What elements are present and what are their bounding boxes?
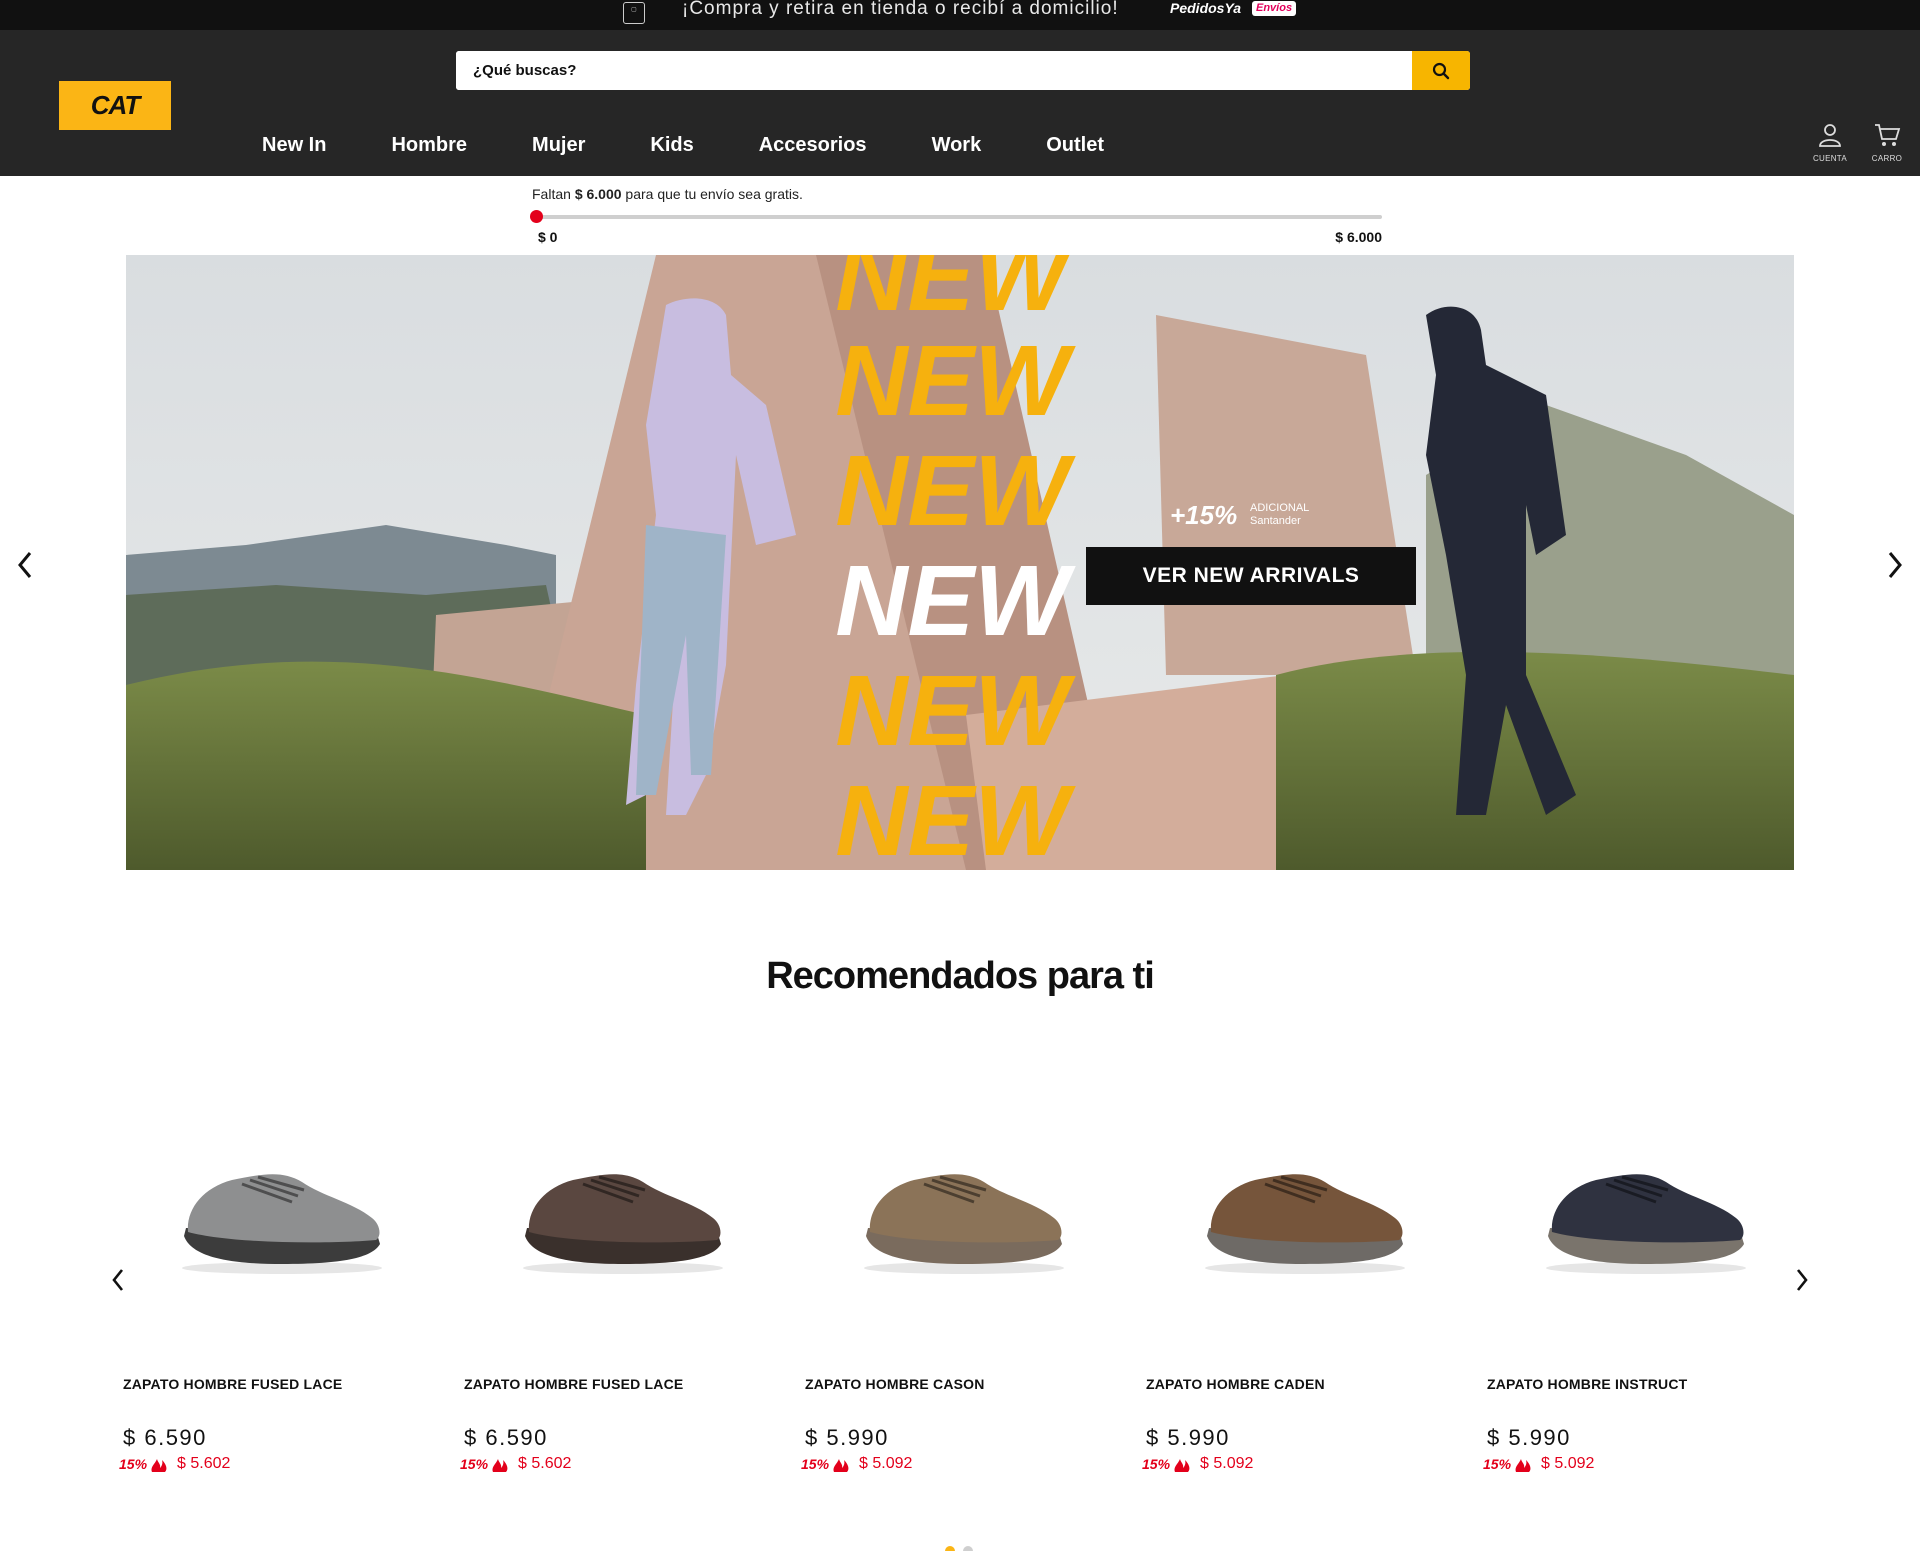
nav-outlet[interactable]: Outlet <box>1046 130 1104 160</box>
chevron-right-icon <box>1888 552 1902 578</box>
product-price: $ 6.590 <box>464 1425 548 1450</box>
search-bar <box>456 51 1470 90</box>
santander-discount: 15% $ 5.092 <box>1483 1454 1594 1474</box>
product-image[interactable] <box>854 1140 1074 1280</box>
discount-percent: 15% <box>460 1456 489 1472</box>
nav-accesorios[interactable]: Accesorios <box>759 130 867 160</box>
product-image[interactable] <box>172 1140 392 1280</box>
nav-new-in[interactable]: New In <box>262 130 326 160</box>
pedidosya-envios-badge: Envíos <box>1252 1 1297 16</box>
product-image[interactable] <box>1536 1140 1756 1280</box>
hero-new-word: NEW <box>835 545 1076 657</box>
carousel-pagination <box>945 1546 981 1551</box>
chevron-left-icon <box>18 552 32 578</box>
product-carousel: ZAPATO HOMBRE FUSED LACE $ 6.590 15% $ 5.60… <box>119 1140 1805 1480</box>
promo-bar: ▢ ¡Compra y retira en tienda o recibí a … <box>0 0 1920 30</box>
product-name[interactable]: ZAPATO HOMBRE INSTRUCT <box>1487 1376 1687 1392</box>
nav-hombre[interactable]: Hombre <box>391 130 467 160</box>
santander-flame-icon <box>492 1459 508 1472</box>
product-price: $ 5.990 <box>805 1425 889 1450</box>
santander-promo-line1: ADICIONAL <box>1250 502 1310 514</box>
nav-kids[interactable]: Kids <box>650 130 693 160</box>
hero-prev-button[interactable] <box>10 548 40 582</box>
hero-new-word: NEW <box>835 255 1076 332</box>
santander-promo-text: ADICIONAL Santander <box>1250 502 1340 528</box>
hero-new-stack: NEW NEW NEW NEW NEW NEW <box>835 255 1076 870</box>
discount-price: $ 5.092 <box>1200 1455 1254 1472</box>
shipping-progress-marker <box>530 210 543 223</box>
ver-new-arrivals-button[interactable]: VER NEW ARRIVALS <box>1086 547 1416 605</box>
hero-new-word: NEW <box>835 325 1076 437</box>
product-price: $ 6.590 <box>123 1425 207 1450</box>
santander-flame-icon <box>833 1459 849 1472</box>
cat-logo[interactable]: CAT <box>59 81 171 130</box>
santander-promo-percent: +15% <box>1170 500 1238 530</box>
product-image[interactable] <box>513 1140 733 1280</box>
shipping-prefix: Faltan <box>532 186 571 202</box>
search-button[interactable] <box>1412 51 1470 90</box>
shipping-min-label: $ 0 <box>538 229 558 245</box>
santander-discount: 15% $ 5.092 <box>801 1454 912 1474</box>
santander-discount: 15% $ 5.602 <box>460 1454 571 1474</box>
discount-price: $ 5.092 <box>1541 1455 1595 1472</box>
santander-flame-icon <box>1174 1459 1190 1472</box>
hero-image: NEW NEW NEW NEW NEW NEW <box>126 255 1794 870</box>
promo-message: ¡Compra y retira en tienda o recibí a do… <box>682 0 1119 19</box>
account-button[interactable]: CUENTA <box>1805 122 1855 163</box>
cart-button[interactable]: CARRO <box>1862 122 1912 163</box>
product-image[interactable] <box>1195 1140 1415 1280</box>
product-name[interactable]: ZAPATO HOMBRE CADEN <box>1146 1376 1325 1392</box>
hero-new-word: NEW <box>835 765 1076 870</box>
carousel-dot[interactable] <box>945 1546 955 1551</box>
santander-discount: 15% $ 5.092 <box>1142 1454 1253 1474</box>
hero-new-word: NEW <box>835 435 1076 547</box>
account-label: CUENTA <box>1812 154 1848 163</box>
nav-work[interactable]: Work <box>932 130 982 160</box>
product-name[interactable]: ZAPATO HOMBRE FUSED LACE <box>464 1376 683 1392</box>
search-icon <box>1432 62 1450 79</box>
site-header: CAT New In Hombre Mujer Kids Accesorios … <box>0 30 1920 176</box>
product-card[interactable]: ZAPATO HOMBRE CASON $ 5.990 15% $ 5.092 <box>801 1140 1114 1480</box>
product-card[interactable]: ZAPATO HOMBRE CADEN $ 5.990 15% $ 5.092 <box>1142 1140 1455 1480</box>
discount-price: $ 5.092 <box>859 1455 913 1472</box>
discount-price: $ 5.602 <box>177 1455 231 1472</box>
free-shipping-progress: Faltan $ 6.000 para que tu envío sea gra… <box>530 186 1382 245</box>
search-input[interactable] <box>456 51 1411 90</box>
main-nav: New In Hombre Mujer Kids Accesorios Work… <box>262 130 1169 160</box>
product-price: $ 5.990 <box>1487 1425 1571 1450</box>
product-name[interactable]: ZAPATO HOMBRE FUSED LACE <box>123 1376 342 1392</box>
discount-percent: 15% <box>801 1456 830 1472</box>
santander-flame-icon <box>151 1459 167 1472</box>
nav-mujer[interactable]: Mujer <box>532 130 585 160</box>
hero-new-word: NEW <box>835 655 1076 767</box>
hero-next-button[interactable] <box>1880 548 1910 582</box>
carousel-dot[interactable] <box>963 1546 973 1551</box>
santander-discount: 15% $ 5.602 <box>119 1454 230 1474</box>
product-price: $ 5.990 <box>1146 1425 1230 1450</box>
product-card[interactable]: ZAPATO HOMBRE INSTRUCT $ 5.990 15% $ 5.092 <box>1483 1140 1796 1480</box>
cat-logo-text: CAT <box>90 90 141 120</box>
shipping-remaining-amount: $ 6.000 <box>574 186 622 202</box>
pedidosya-logo: PedidosYa <box>1170 0 1242 16</box>
santander-promo-line2: Santander <box>1250 515 1301 527</box>
cart-label: CARRO <box>1871 154 1903 163</box>
discount-percent: 15% <box>119 1456 148 1472</box>
click-collect-icon: ▢ <box>623 2 645 24</box>
free-shipping-message: Faltan $ 6.000 para que tu envío sea gra… <box>532 186 1382 202</box>
santander-flame-icon <box>1515 1459 1531 1472</box>
discount-percent: 15% <box>1142 1456 1171 1472</box>
product-card[interactable]: ZAPATO HOMBRE FUSED LACE $ 6.590 15% $ 5.60… <box>119 1140 432 1480</box>
product-name[interactable]: ZAPATO HOMBRE CASON <box>805 1376 985 1392</box>
shipping-max-label: $ 6.000 <box>1335 229 1382 245</box>
santander-promo: +15% ADICIONAL Santander <box>1170 500 1309 531</box>
user-icon <box>1819 124 1841 147</box>
shipping-progress-track <box>530 210 1382 223</box>
cart-icon <box>1875 124 1901 146</box>
discount-percent: 15% <box>1483 1456 1512 1472</box>
hero-banner[interactable]: NEW NEW NEW NEW NEW NEW +15% ADICIONAL S… <box>126 255 1794 870</box>
recommended-title: Recomendados para ti <box>766 955 1155 997</box>
discount-price: $ 5.602 <box>518 1455 572 1472</box>
product-card[interactable]: ZAPATO HOMBRE FUSED LACE $ 6.590 15% $ 5.60… <box>460 1140 773 1480</box>
shipping-suffix: para que tu envío sea gratis. <box>625 186 803 202</box>
